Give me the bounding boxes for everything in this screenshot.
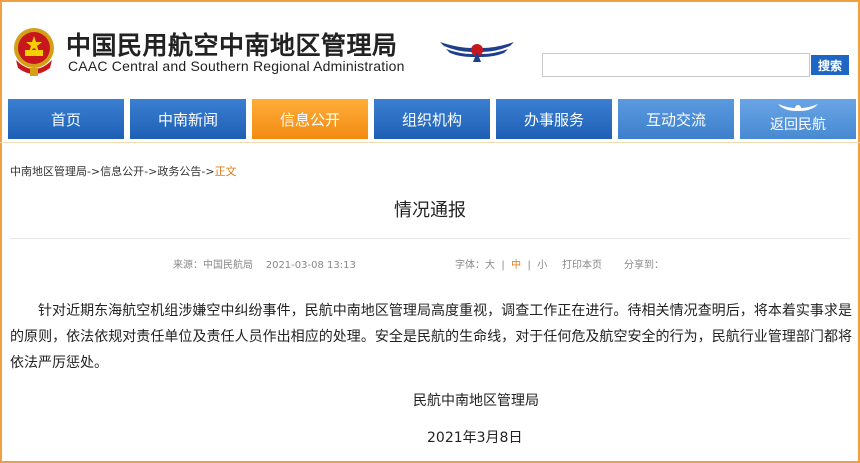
breadcrumb-item-home[interactable]: 中南地区管理局 bbox=[10, 165, 87, 178]
caac-wing-logo-icon bbox=[440, 42, 514, 62]
breadcrumb-current: 正文 bbox=[214, 165, 237, 178]
search-button[interactable]: 搜索 bbox=[811, 55, 849, 75]
article-body: 针对近期东海航空机组涉嫌空中纠纷事件，民航中南地区管理局高度重视，调查工作正在进… bbox=[10, 303, 852, 371]
font-size-label: 字体： bbox=[455, 260, 485, 271]
title-divider bbox=[10, 238, 850, 239]
breadcrumb-separator: -> bbox=[201, 165, 215, 178]
print-page-link[interactable]: 打印本页 bbox=[562, 256, 602, 271]
nav-item-info-public[interactable]: 信息公开 bbox=[252, 99, 368, 139]
nav-item-organization[interactable]: 组织机构 bbox=[374, 99, 490, 139]
search-input[interactable] bbox=[542, 53, 810, 77]
font-size-switcher: 字体：大 | 中 | 小 bbox=[455, 260, 548, 271]
font-size-medium[interactable]: 中 bbox=[511, 260, 521, 271]
wing-icon bbox=[778, 104, 818, 111]
breadcrumb-item-info-public[interactable]: ->信息公开 bbox=[87, 165, 144, 178]
nav-item-back-to-caac[interactable]: 返回民航 bbox=[740, 99, 856, 139]
article-title: 情况通报 bbox=[394, 200, 466, 221]
article-meta-source: 来源：中国民航局 2021-03-08 13:13 bbox=[173, 256, 356, 271]
nav-item-news[interactable]: 中南新闻 bbox=[130, 99, 246, 139]
article-signature: 民航中南地区管理局 bbox=[413, 393, 539, 409]
nav-item-home[interactable]: 首页 bbox=[8, 99, 124, 139]
nav-item-interaction[interactable]: 互动交流 bbox=[618, 99, 734, 139]
main-nav: 首页 中南新闻 信息公开 组织机构 办事服务 互动交流 返回民航 bbox=[8, 99, 856, 139]
font-size-small[interactable]: 小 bbox=[537, 260, 547, 271]
article-date: 2021年3月8日 bbox=[427, 430, 523, 446]
breadcrumb-item-announcements[interactable]: ->政务公告 bbox=[144, 165, 201, 178]
breadcrumb: 中南地区管理局->信息公开->政务公告->正文 bbox=[10, 163, 237, 179]
nav-divider bbox=[0, 142, 860, 143]
org-name-en: CAAC Central and Southern Regional Admin… bbox=[68, 58, 405, 74]
share-label: 分享到： bbox=[624, 260, 664, 271]
article-datetime: 2021-03-08 13:13 bbox=[265, 260, 356, 271]
national-emblem-icon bbox=[14, 28, 54, 76]
nav-item-back-label: 返回民航 bbox=[770, 117, 826, 133]
org-name-cn: 中国民用航空中南地区管理局 bbox=[66, 31, 398, 60]
nav-item-services[interactable]: 办事服务 bbox=[496, 99, 612, 139]
article-source: 来源：中国民航局 bbox=[173, 260, 253, 271]
font-size-large[interactable]: 大 bbox=[485, 260, 495, 271]
